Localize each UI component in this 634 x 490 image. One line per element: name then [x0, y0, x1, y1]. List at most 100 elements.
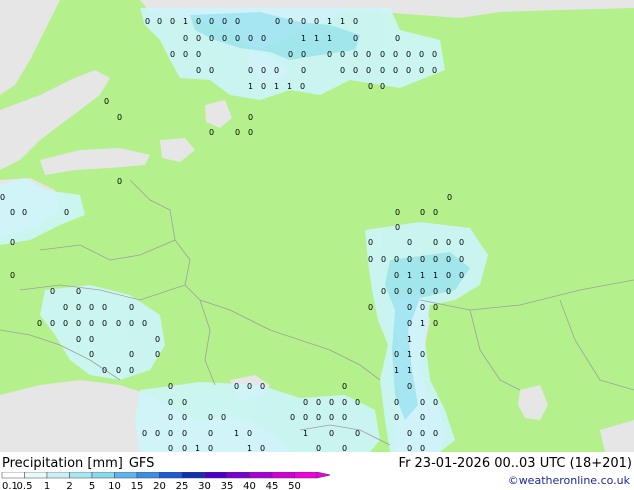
- precip-value: 0: [393, 66, 398, 75]
- precip-value: 0: [394, 271, 399, 280]
- precip-value: 0: [419, 66, 424, 75]
- copyright-link[interactable]: ©weatheronline.co.uk: [508, 474, 630, 487]
- precip-value: 0: [366, 66, 371, 75]
- precip-value: 0: [407, 429, 412, 438]
- precip-value: 1: [195, 444, 200, 452]
- precip-value: 0: [394, 287, 399, 296]
- precip-value: 1: [407, 350, 412, 359]
- precip-value: 0: [342, 382, 347, 391]
- precip-value: 0: [329, 398, 334, 407]
- precip-value: 0: [0, 193, 5, 202]
- precip-value: 1: [247, 444, 252, 452]
- precip-value: 0: [368, 303, 373, 312]
- precip-value: 0: [248, 34, 253, 43]
- precip-value: 0: [129, 366, 134, 375]
- legend-swatch: [159, 472, 183, 479]
- precip-value: 0: [234, 382, 239, 391]
- precip-value: 0: [155, 429, 160, 438]
- precip-value: 0: [340, 66, 345, 75]
- precip-value: 0: [235, 34, 240, 43]
- legend-swatch: [271, 472, 295, 479]
- precip-value: 0: [353, 34, 358, 43]
- legend-label: 0.5: [17, 481, 33, 490]
- precip-value: 0: [63, 303, 68, 312]
- precip-value: 1: [420, 271, 425, 280]
- legend-label: 40: [243, 481, 256, 490]
- legend-label: 20: [153, 481, 166, 490]
- precip-value: 1: [407, 271, 412, 280]
- precip-value: 0: [63, 319, 68, 328]
- legend-swatch: [249, 472, 273, 479]
- precip-value: 0: [407, 238, 412, 247]
- precip-value: 1: [407, 335, 412, 344]
- precip-value: 0: [182, 398, 187, 407]
- precip-value: 0: [301, 50, 306, 59]
- precip-value: 0: [76, 303, 81, 312]
- precip-value: 0: [459, 271, 464, 280]
- precip-value: 0: [316, 444, 321, 452]
- precip-value: 0: [459, 238, 464, 247]
- precip-value: 0: [274, 66, 279, 75]
- precip-value: 1: [340, 17, 345, 26]
- precip-value: 1: [234, 429, 239, 438]
- precip-value: 0: [155, 350, 160, 359]
- precip-value: 0: [290, 413, 295, 422]
- precip-value: 0: [301, 17, 306, 26]
- precip-value: 0: [145, 17, 150, 26]
- precip-value: 0: [170, 17, 175, 26]
- legend-label: 25: [176, 481, 189, 490]
- precip-value: 0: [89, 303, 94, 312]
- precip-value: 0: [407, 319, 412, 328]
- precip-value: 0: [183, 34, 188, 43]
- precip-value: 0: [89, 350, 94, 359]
- precip-value: 0: [368, 82, 373, 91]
- precip-value: 0: [129, 319, 134, 328]
- precip-value: 0: [380, 66, 385, 75]
- precip-value: 0: [248, 113, 253, 122]
- precip-value: 0: [182, 413, 187, 422]
- precip-value: 0: [89, 319, 94, 328]
- legend-label: 35: [221, 481, 234, 490]
- precip-value: 0: [420, 350, 425, 359]
- precip-value: 0: [355, 398, 360, 407]
- legend-swatch: [91, 472, 115, 479]
- precip-value: 0: [209, 128, 214, 137]
- precip-value: 0: [10, 208, 15, 217]
- precip-value: 0: [433, 398, 438, 407]
- precip-value: 0: [432, 66, 437, 75]
- precip-value: 1: [327, 34, 332, 43]
- precip-value: 0: [168, 413, 173, 422]
- precip-value: 0: [102, 366, 107, 375]
- precip-value: 0: [380, 82, 385, 91]
- precip-value: 0: [407, 382, 412, 391]
- precip-value: 0: [182, 444, 187, 452]
- precip-value: 0: [288, 50, 293, 59]
- precip-value: 0: [394, 350, 399, 359]
- precip-value: 0: [303, 413, 308, 422]
- precip-value: 1: [248, 82, 253, 91]
- precip-value: 0: [447, 193, 452, 202]
- precip-value: 0: [209, 66, 214, 75]
- precip-value: 1: [420, 319, 425, 328]
- legend-swatch: [136, 472, 160, 479]
- precip-value: 0: [247, 429, 252, 438]
- precip-value: 0: [342, 444, 347, 452]
- precip-value: 0: [129, 303, 134, 312]
- precip-value: 0: [393, 50, 398, 59]
- precip-value: 0: [209, 34, 214, 43]
- precip-value: 0: [10, 238, 15, 247]
- precip-value: 1: [274, 82, 279, 91]
- legend-swatch: [69, 472, 93, 479]
- precip-value: 0: [37, 319, 42, 328]
- precip-value: 0: [182, 429, 187, 438]
- legend-label: 5: [89, 481, 95, 490]
- precip-value: 0: [420, 255, 425, 264]
- precip-value: 0: [432, 50, 437, 59]
- precip-value: 0: [155, 335, 160, 344]
- precip-value: 0: [407, 444, 412, 452]
- precip-value: 0: [368, 238, 373, 247]
- precip-value: 0: [142, 429, 147, 438]
- precip-value: 0: [355, 429, 360, 438]
- precip-value: 0: [64, 208, 69, 217]
- precip-value: 0: [288, 17, 293, 26]
